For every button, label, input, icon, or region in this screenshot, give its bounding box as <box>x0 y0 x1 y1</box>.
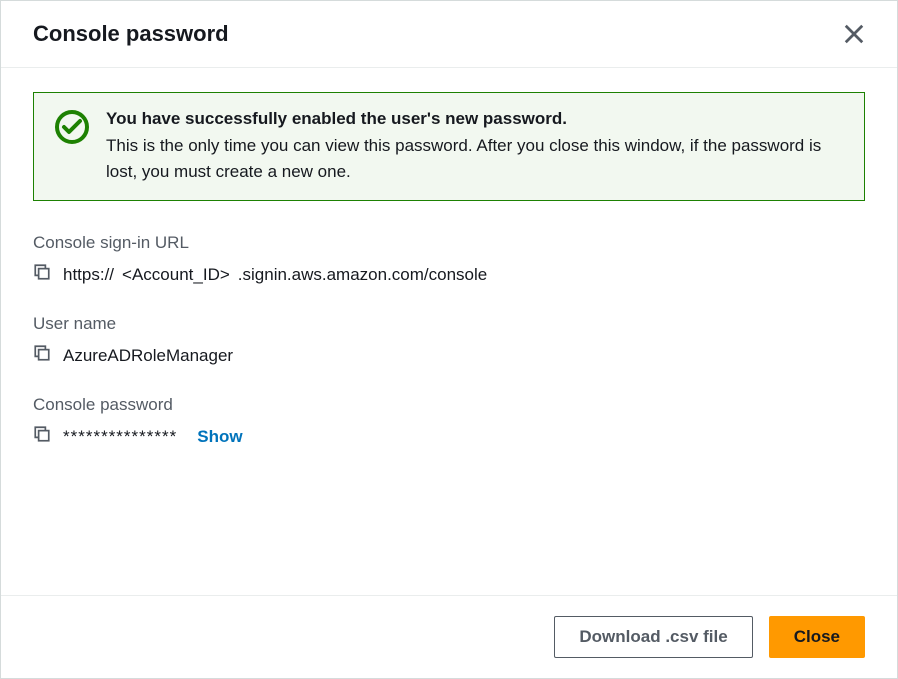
copy-icon[interactable] <box>33 425 51 448</box>
username-value: AzureADRoleManager <box>63 346 233 366</box>
signin-url-label: Console sign-in URL <box>33 233 865 253</box>
username-value-row: AzureADRoleManager <box>33 344 865 367</box>
modal-body: You have successfully enabled the user's… <box>1 68 897 595</box>
signin-url-text: https:// <Account_ID> .signin.aws.amazon… <box>63 265 487 285</box>
close-button[interactable]: Close <box>769 616 865 658</box>
password-value-row: *************** Show <box>33 425 865 448</box>
modal-title: Console password <box>33 21 229 47</box>
password-masked: *************** <box>63 427 177 447</box>
success-check-icon <box>54 109 90 184</box>
username-field: User name AzureADRoleManager <box>33 314 865 367</box>
account-id-placeholder: <Account_ID> <box>118 265 234 285</box>
password-label: Console password <box>33 395 865 415</box>
close-icon[interactable] <box>843 23 865 45</box>
copy-icon[interactable] <box>33 263 51 286</box>
show-password-link[interactable]: Show <box>197 427 242 447</box>
signin-url-field: Console sign-in URL https:// <Account_ID… <box>33 233 865 286</box>
alert-message: This is the only time you can view this … <box>106 133 844 184</box>
modal-header: Console password <box>1 1 897 68</box>
signin-url-value-row: https:// <Account_ID> .signin.aws.amazon… <box>33 263 865 286</box>
password-field: Console password *************** Show <box>33 395 865 448</box>
url-prefix: https:// <box>63 265 114 285</box>
success-alert: You have successfully enabled the user's… <box>33 92 865 201</box>
copy-icon[interactable] <box>33 344 51 367</box>
console-password-modal: Console password You have successfully e… <box>0 0 898 679</box>
alert-content: You have successfully enabled the user's… <box>106 109 844 184</box>
download-csv-button[interactable]: Download .csv file <box>554 616 752 658</box>
alert-title: You have successfully enabled the user's… <box>106 109 844 129</box>
modal-footer: Download .csv file Close <box>1 595 897 678</box>
url-suffix: .signin.aws.amazon.com/console <box>238 265 487 285</box>
username-label: User name <box>33 314 865 334</box>
